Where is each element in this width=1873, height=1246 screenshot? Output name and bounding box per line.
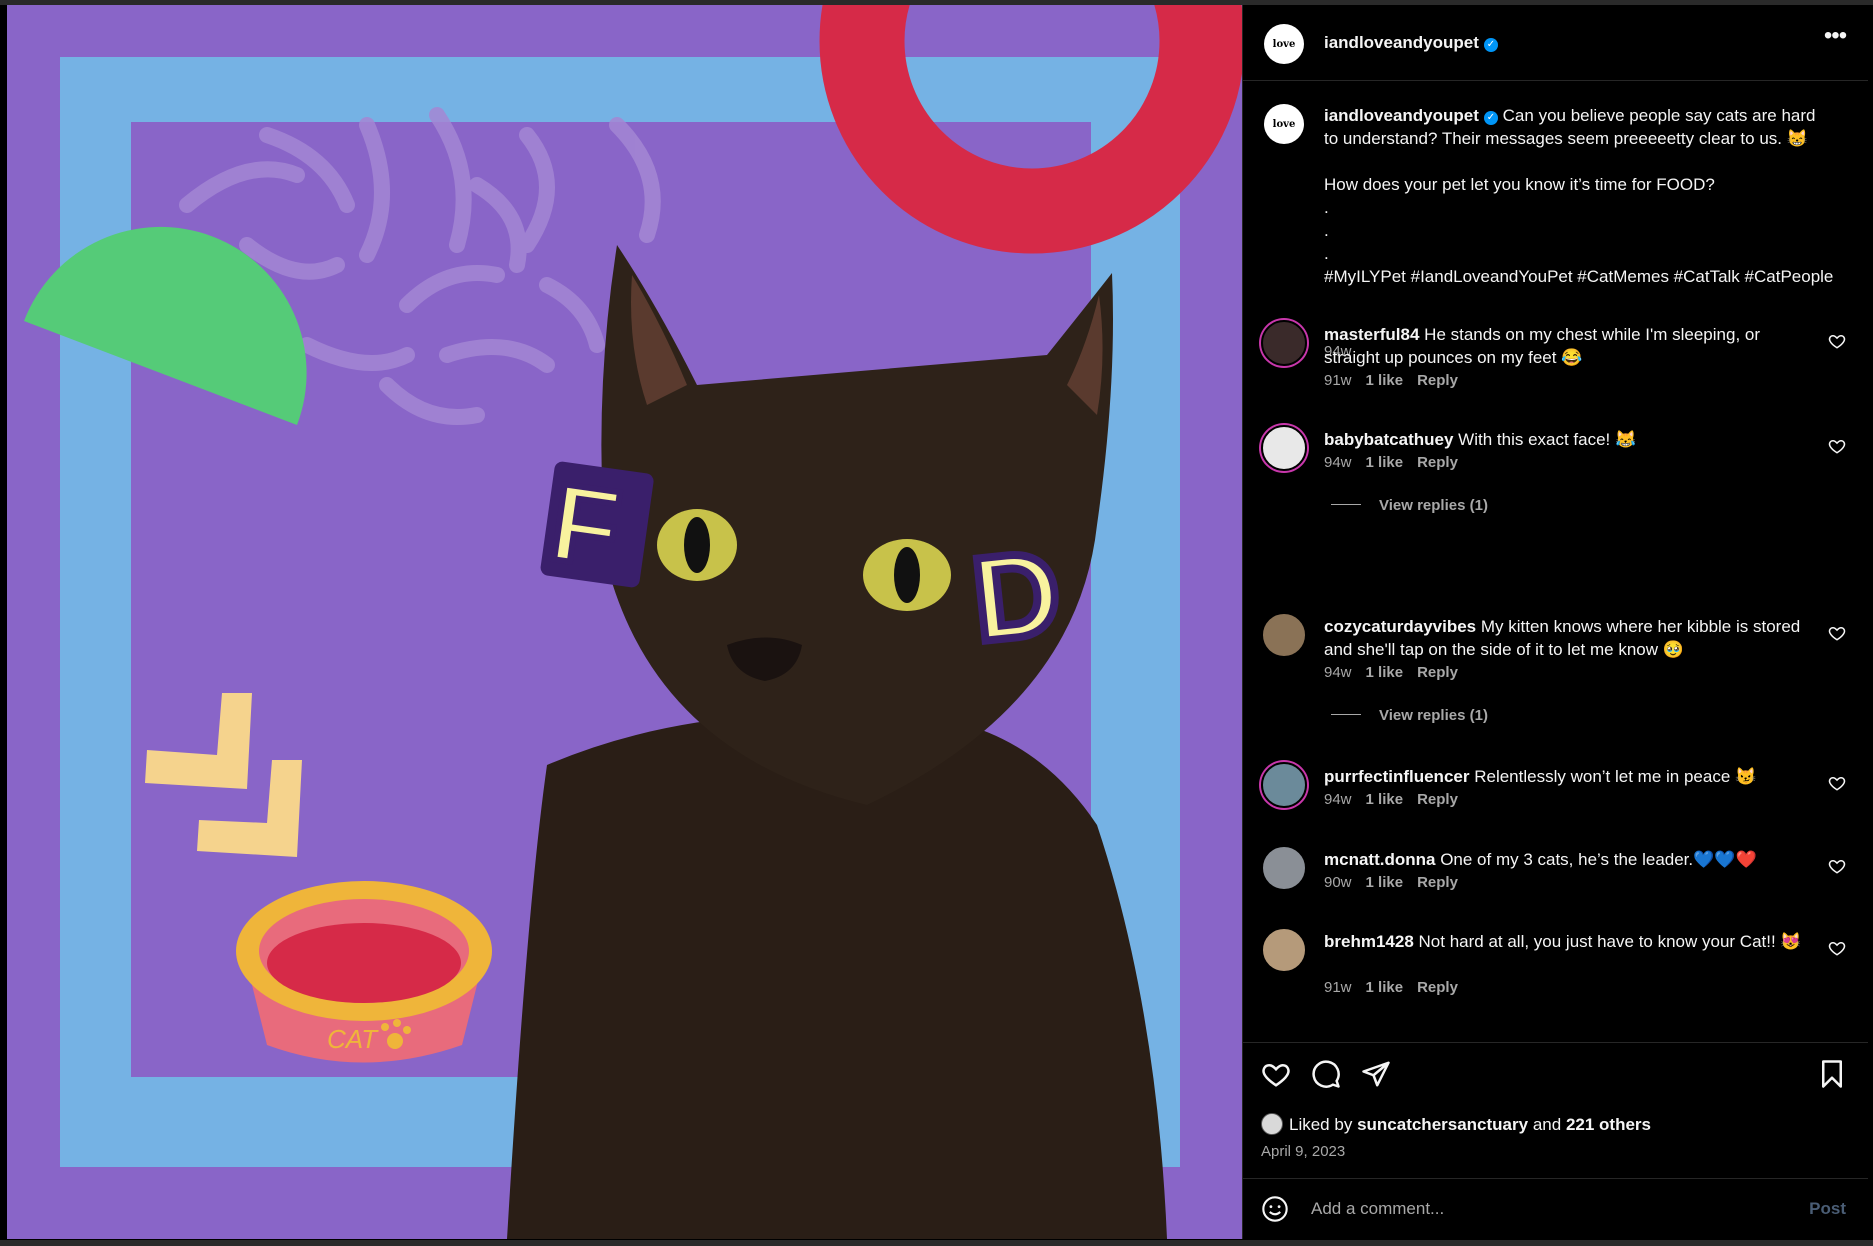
comment-meta: 94w 1 like Reply	[1324, 791, 1472, 808]
comment-heart-icon[interactable]	[1828, 857, 1846, 875]
comment-age: 94w	[1324, 791, 1352, 808]
comment-body: One of my 3 cats, he’s the leader.💙💙❤️	[1440, 850, 1757, 869]
verified-icon: ✓	[1483, 38, 1498, 52]
view-replies-label: View replies (1)	[1379, 707, 1488, 724]
comment-age: 91w	[1324, 979, 1352, 996]
comment-heart-icon[interactable]	[1828, 624, 1846, 642]
pet-bowl: CAT	[236, 881, 492, 1063]
liked-by-label: Liked by	[1289, 1115, 1353, 1134]
comment-heart-icon[interactable]	[1828, 437, 1846, 455]
comment-text: purrfectinfluencer Relentlessly won’t le…	[1324, 765, 1814, 788]
emoji-icon[interactable]	[1261, 1195, 1289, 1223]
backdrop-strip-bottom	[0, 1240, 1873, 1246]
author-username[interactable]: iandloveandyoupet	[1324, 33, 1479, 52]
comment-heart-icon[interactable]	[1828, 774, 1846, 792]
post-date[interactable]: April 9, 2023	[1261, 1143, 1345, 1160]
comment-age: 94w	[1324, 664, 1352, 681]
reply-button[interactable]: Reply	[1417, 874, 1458, 891]
header-username-row: iandloveandyoupet ✓	[1324, 33, 1498, 53]
liker-avatar[interactable]	[1261, 1113, 1283, 1135]
bowl-label: CAT	[327, 1024, 379, 1054]
comment-meta: 91w 1 like Reply	[1324, 979, 1472, 996]
caption-username[interactable]: iandloveandyoupet	[1324, 106, 1479, 125]
post-sidebar: love iandloveandyoupet ✓ ••• love iandlov…	[1242, 5, 1868, 1239]
comment-username[interactable]: mcnatt.donna	[1324, 850, 1435, 869]
comment-age: 91w	[1324, 372, 1352, 389]
comment-heart-icon[interactable]	[1828, 939, 1846, 957]
comment-text: brehm1428 Not hard at all, you just have…	[1324, 930, 1814, 953]
letter-f-sticker: F	[541, 457, 654, 594]
commenter-avatar[interactable]	[1261, 425, 1307, 471]
author-avatar[interactable]: love	[1264, 24, 1304, 64]
reply-button[interactable]: Reply	[1417, 979, 1458, 996]
comment-username[interactable]: purrfectinfluencer	[1324, 767, 1469, 786]
add-comment-bar: Post	[1243, 1178, 1868, 1239]
comment-text: masterful84 He stands on my chest while …	[1324, 323, 1814, 369]
comment-meta: 91w 1 like Reply	[1324, 372, 1472, 389]
commenter-avatar[interactable]	[1261, 845, 1307, 891]
comment-body: With this exact face! 😹	[1458, 430, 1637, 449]
replies-line	[1331, 714, 1361, 715]
comment-heart-icon[interactable]	[1828, 332, 1846, 350]
comment-likes[interactable]: 1 like	[1366, 664, 1404, 681]
commenter-avatar[interactable]	[1261, 320, 1307, 366]
letter-d-sticker: D	[962, 521, 1070, 671]
liker-username[interactable]: suncatchersanctuary	[1357, 1115, 1528, 1134]
replies-line	[1331, 504, 1361, 505]
letter-d: D	[966, 525, 1066, 667]
comment-input[interactable]	[1311, 1193, 1771, 1225]
comment-icon[interactable]	[1311, 1059, 1341, 1089]
view-replies-label: View replies (1)	[1379, 497, 1488, 514]
reply-button[interactable]: Reply	[1417, 372, 1458, 389]
reply-button[interactable]: Reply	[1417, 454, 1458, 471]
comment-username[interactable]: babybatcathuey	[1324, 430, 1453, 449]
comments-list[interactable]: love iandloveandyoupet ✓ Can you believe …	[1243, 82, 1868, 1042]
comment-likes[interactable]: 1 like	[1366, 454, 1404, 471]
liked-and-label: and	[1532, 1115, 1562, 1134]
post-image: CAT F D	[7, 5, 1242, 1239]
comment-username[interactable]: masterful84	[1324, 325, 1419, 344]
comment-meta: 94w 1 like Reply	[1324, 664, 1472, 681]
comment-body: Relentlessly won’t let me in peace 😼	[1474, 767, 1757, 786]
post-artwork: CAT F D	[7, 5, 1242, 1239]
verified-icon: ✓	[1483, 111, 1498, 125]
comment-text: cozycaturdayvibes My kitten knows where …	[1324, 615, 1814, 661]
comment-meta: 90w 1 like Reply	[1324, 874, 1472, 891]
commenter-avatar[interactable]	[1261, 612, 1307, 658]
comment-text: mcnatt.donna One of my 3 cats, he’s the …	[1324, 848, 1814, 871]
more-options-button[interactable]: •••	[1820, 24, 1850, 55]
comment-username[interactable]: brehm1428	[1324, 932, 1414, 951]
post-header: love iandloveandyoupet ✓ •••	[1243, 5, 1868, 81]
bookmark-icon[interactable]	[1817, 1059, 1847, 1089]
commenter-avatar[interactable]	[1261, 762, 1307, 808]
comment-likes[interactable]: 1 like	[1366, 791, 1404, 808]
comment-body: Not hard at all, you just have to know y…	[1418, 932, 1802, 951]
comment-username[interactable]: cozycaturdayvibes	[1324, 617, 1476, 636]
heart-icon[interactable]	[1261, 1059, 1291, 1089]
comment-likes[interactable]: 1 like	[1366, 874, 1404, 891]
reply-button[interactable]: Reply	[1417, 664, 1458, 681]
comment-text: babybatcathuey With this exact face! 😹	[1324, 428, 1814, 451]
comment-age: 90w	[1324, 874, 1352, 891]
share-icon[interactable]	[1361, 1059, 1391, 1089]
caption-text: iandloveandyoupet ✓ Can you believe peopl…	[1324, 104, 1834, 288]
likes-count[interactable]: 221 others	[1566, 1115, 1651, 1134]
reply-button[interactable]: Reply	[1417, 791, 1458, 808]
view-replies-button[interactable]: View replies (1)	[1331, 707, 1488, 724]
caption-body: Can you believe people say cats are hard…	[1324, 106, 1834, 286]
caption-author-avatar[interactable]: love	[1264, 104, 1304, 144]
post-actions: Liked by suncatchersanctuary and 221 oth…	[1243, 1042, 1868, 1178]
comment-likes[interactable]: 1 like	[1366, 979, 1404, 996]
comment-meta: 94w 1 like Reply	[1324, 454, 1472, 471]
view-replies-button[interactable]: View replies (1)	[1331, 497, 1488, 514]
liked-by-line: Liked by suncatchersanctuary and 221 oth…	[1261, 1113, 1651, 1135]
comment-likes[interactable]: 1 like	[1366, 372, 1404, 389]
comment-age: 94w	[1324, 454, 1352, 471]
commenter-avatar[interactable]	[1261, 927, 1307, 973]
post-comment-button[interactable]: Post	[1809, 1199, 1846, 1219]
